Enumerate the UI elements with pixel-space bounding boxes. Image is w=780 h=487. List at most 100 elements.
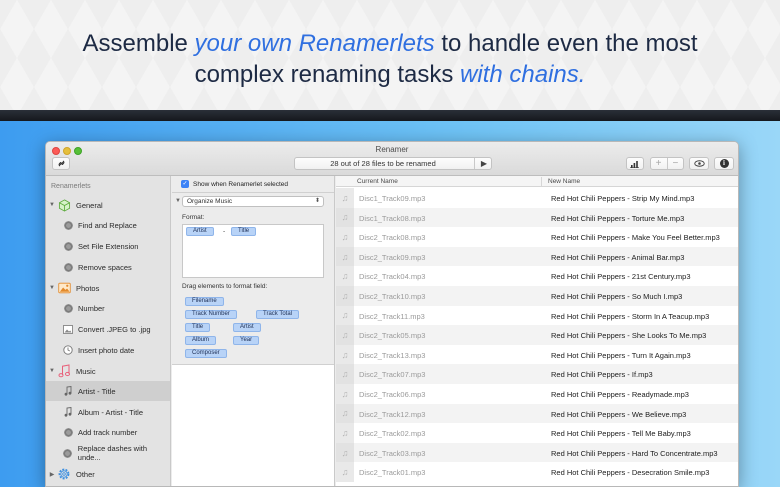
table-row[interactable]: ♫ Disc2_Track05.mp3 Red Hot Chili Peppers … [336, 325, 738, 345]
sidebar-item-label: Find and Replace [78, 220, 137, 230]
music-note-file-icon: ♫ [341, 349, 349, 360]
table-row[interactable]: ♫ Disc1_Track08.mp3 Red Hot Chili Peppers … [336, 207, 738, 228]
add-button[interactable]: + [656, 158, 662, 169]
table-row[interactable]: ♫ Disc1_Track09.mp3 Red Hot Chili Peppers … [336, 188, 738, 208]
sidebar-item-label: Insert photo date [78, 345, 135, 355]
status-divider [474, 158, 475, 169]
current-name-cell: Disc2_Track03.mp3 [359, 448, 426, 458]
current-name-cell: Disc2_Track09.mp3 [359, 252, 426, 262]
drag-token-album[interactable]: Album [185, 336, 217, 345]
music-note-file-icon: ♫ [341, 447, 349, 458]
table-row[interactable]: ♫ Disc2_Track02.mp3 Red Hot Chili Peppers … [336, 423, 738, 443]
music-note-file-icon: ♫ [341, 231, 349, 242]
current-name-cell: Disc2_Track10.mp3 [359, 292, 426, 301]
current-name-cell: Disc2_Track05.mp3 [359, 331, 426, 341]
gear-icon [57, 467, 71, 481]
table-row[interactable]: ♫ Disc2_Track08.mp3 Red Hot Chili Peppers … [336, 227, 738, 247]
disclosure-closed-icon[interactable]: ▶ [47, 471, 57, 478]
headline-line-2: complex renaming tasks with chains. [0, 59, 780, 90]
new-name-cell: Red Hot Chili Peppers - Storm In A Teacu… [551, 311, 710, 321]
sidebar-item-convert-jpeg[interactable]: Convert .JPEG to .jpg [46, 319, 170, 339]
sidebar-item-label: Album - Artist - Title [78, 407, 144, 417]
sidebar-item-replace-dashes[interactable]: Replace dashes with unde... [46, 443, 170, 463]
column-divider[interactable] [541, 177, 542, 186]
table-row[interactable]: ♫ Disc2_Track11.mp3 Red Hot Chili Peppers … [336, 305, 738, 326]
table-row[interactable]: ♫ Disc2_Track07.mp3 Red Hot Chili Peppers … [336, 364, 738, 384]
new-name-cell: Red Hot Chili Peppers - She Looks To Me.… [551, 331, 707, 341]
table-row[interactable]: ♫ Disc2_Track10.mp3 Red Hot Chili Peppers … [336, 286, 738, 306]
drag-token-track-number[interactable]: Track Number [185, 310, 237, 319]
sidebar-item-add-track-number[interactable]: Add track number [46, 422, 170, 442]
table-row[interactable]: ♫ Disc2_Track13.mp3 Red Hot Chili Peppers … [336, 344, 738, 365]
sidebar-group-label: Photos [76, 283, 100, 293]
audio-file-cell: ♫ [336, 188, 354, 208]
info-button[interactable]: i [714, 157, 734, 170]
play-icon[interactable]: ▶ [481, 159, 487, 168]
statistics-button[interactable] [626, 157, 644, 170]
new-name-cell: Red Hot Chili Peppers - Hard To Concentr… [551, 448, 718, 458]
drag-token-artist[interactable]: Artist [233, 323, 261, 332]
gear-icon [63, 448, 73, 458]
sidebar-item-set-file-extension[interactable]: Set File Extension [46, 236, 170, 256]
new-name-cell: Red Hot Chili Peppers - Turn It Again.mp… [551, 350, 691, 360]
drag-token-track-total[interactable]: Track Total [256, 310, 300, 319]
table-row[interactable]: ♫ Disc2_Track12.mp3 Red Hot Chili Peppers … [336, 403, 738, 424]
checkmark-icon: ✓ [181, 180, 189, 188]
new-name-cell: Red Hot Chili Peppers - If.mp3 [551, 370, 653, 380]
column-header-current-name[interactable]: Current Name [357, 178, 398, 185]
drag-token-filename[interactable]: Filename [185, 297, 224, 306]
sidebar-group-general[interactable]: ▼ General [46, 195, 170, 215]
format-label: Format: [182, 214, 205, 221]
sidebar-item-remove-spaces[interactable]: Remove spaces [46, 257, 170, 277]
new-name-cell: Red Hot Chili Peppers - Desecration Smil… [551, 468, 710, 478]
chain-link-button[interactable] [52, 157, 70, 170]
table-row[interactable]: ♫ Disc2_Track09.mp3 Red Hot Chili Peppers … [336, 246, 738, 267]
sidebar-item-label: Remove spaces [78, 262, 132, 272]
disclosure-open-icon[interactable]: ▼ [47, 285, 57, 291]
table-row[interactable]: ♫ Disc2_Track01.mp3 Red Hot Chili Peppers … [336, 462, 738, 482]
sidebar-group-music[interactable]: ▼ Music [46, 361, 170, 381]
music-note-file-icon: ♫ [341, 388, 349, 399]
image-icon [63, 324, 73, 334]
audio-file-cell: ♫ [336, 325, 354, 345]
preview-button[interactable] [689, 157, 709, 170]
sidebar-group-photos[interactable]: ▼ Photos [46, 278, 170, 298]
drag-token-title[interactable]: Title [185, 323, 211, 332]
audio-file-cell: ♫ [336, 442, 354, 463]
drag-token-composer[interactable]: Composer [185, 349, 227, 358]
current-name-cell: Disc1_Track09.mp3 [359, 194, 426, 203]
preset-select[interactable]: Organize Music ⬍ [182, 196, 324, 207]
table-row[interactable]: ♫ Disc2_Track04.mp3 Red Hot Chili Peppers … [336, 266, 738, 286]
drag-elements-label: Drag elements to format field: [182, 283, 268, 290]
audio-file-cell: ♫ [336, 384, 354, 404]
renamerlet-editor: ✓ Show when Renamerlet selected ▼ Organi… [172, 176, 335, 486]
sidebar-item-number[interactable]: Number [46, 298, 170, 318]
file-rename-table: Current Name New Name ♫ Disc1_Track09.mp3… [336, 176, 738, 486]
drag-token-year[interactable]: Year [233, 336, 260, 345]
sidebar-group-other[interactable]: ▶ Other [46, 464, 170, 484]
format-field[interactable]: Artist - Title [182, 224, 324, 278]
sidebar-item-album-artist-title[interactable]: Album - Artist - Title [46, 402, 170, 422]
gear-icon [63, 303, 73, 313]
table-row[interactable]: ♫ Disc2_Track06.mp3 Red Hot Chili Peppers … [336, 384, 738, 404]
show-when-selected-checkbox[interactable]: ✓ Show when Renamerlet selected [181, 180, 288, 188]
sidebar-item-artist-title[interactable]: Artist - Title [46, 381, 170, 401]
format-token-title[interactable]: Title [231, 227, 257, 236]
sidebar-item-find-and-replace[interactable]: Find and Replace [46, 215, 170, 235]
sidebar-heading: Renamerlets [51, 183, 91, 190]
link-icon [58, 160, 64, 167]
music-note-file-icon: ♫ [341, 427, 349, 438]
table-row[interactable]: ♫ Disc2_Track03.mp3 Red Hot Chili Peppers … [336, 442, 738, 463]
disclosure-open-icon[interactable]: ▼ [47, 202, 57, 208]
sidebar-group-label: Other [76, 469, 95, 479]
remove-button[interactable]: − [673, 158, 679, 169]
format-separator: - [223, 228, 226, 235]
disclosure-open-icon[interactable]: ▼ [175, 198, 181, 204]
column-header-new-name[interactable]: New Name [548, 178, 580, 185]
format-token-artist[interactable]: Artist [186, 227, 214, 236]
sidebar-item-label: Artist - Title [78, 386, 116, 396]
disclosure-open-icon[interactable]: ▼ [47, 368, 57, 374]
sidebar-item-label: Set File Extension [78, 241, 139, 251]
sidebar-group-label: General [76, 200, 103, 210]
sidebar-item-insert-photo-date[interactable]: Insert photo date [46, 340, 170, 360]
